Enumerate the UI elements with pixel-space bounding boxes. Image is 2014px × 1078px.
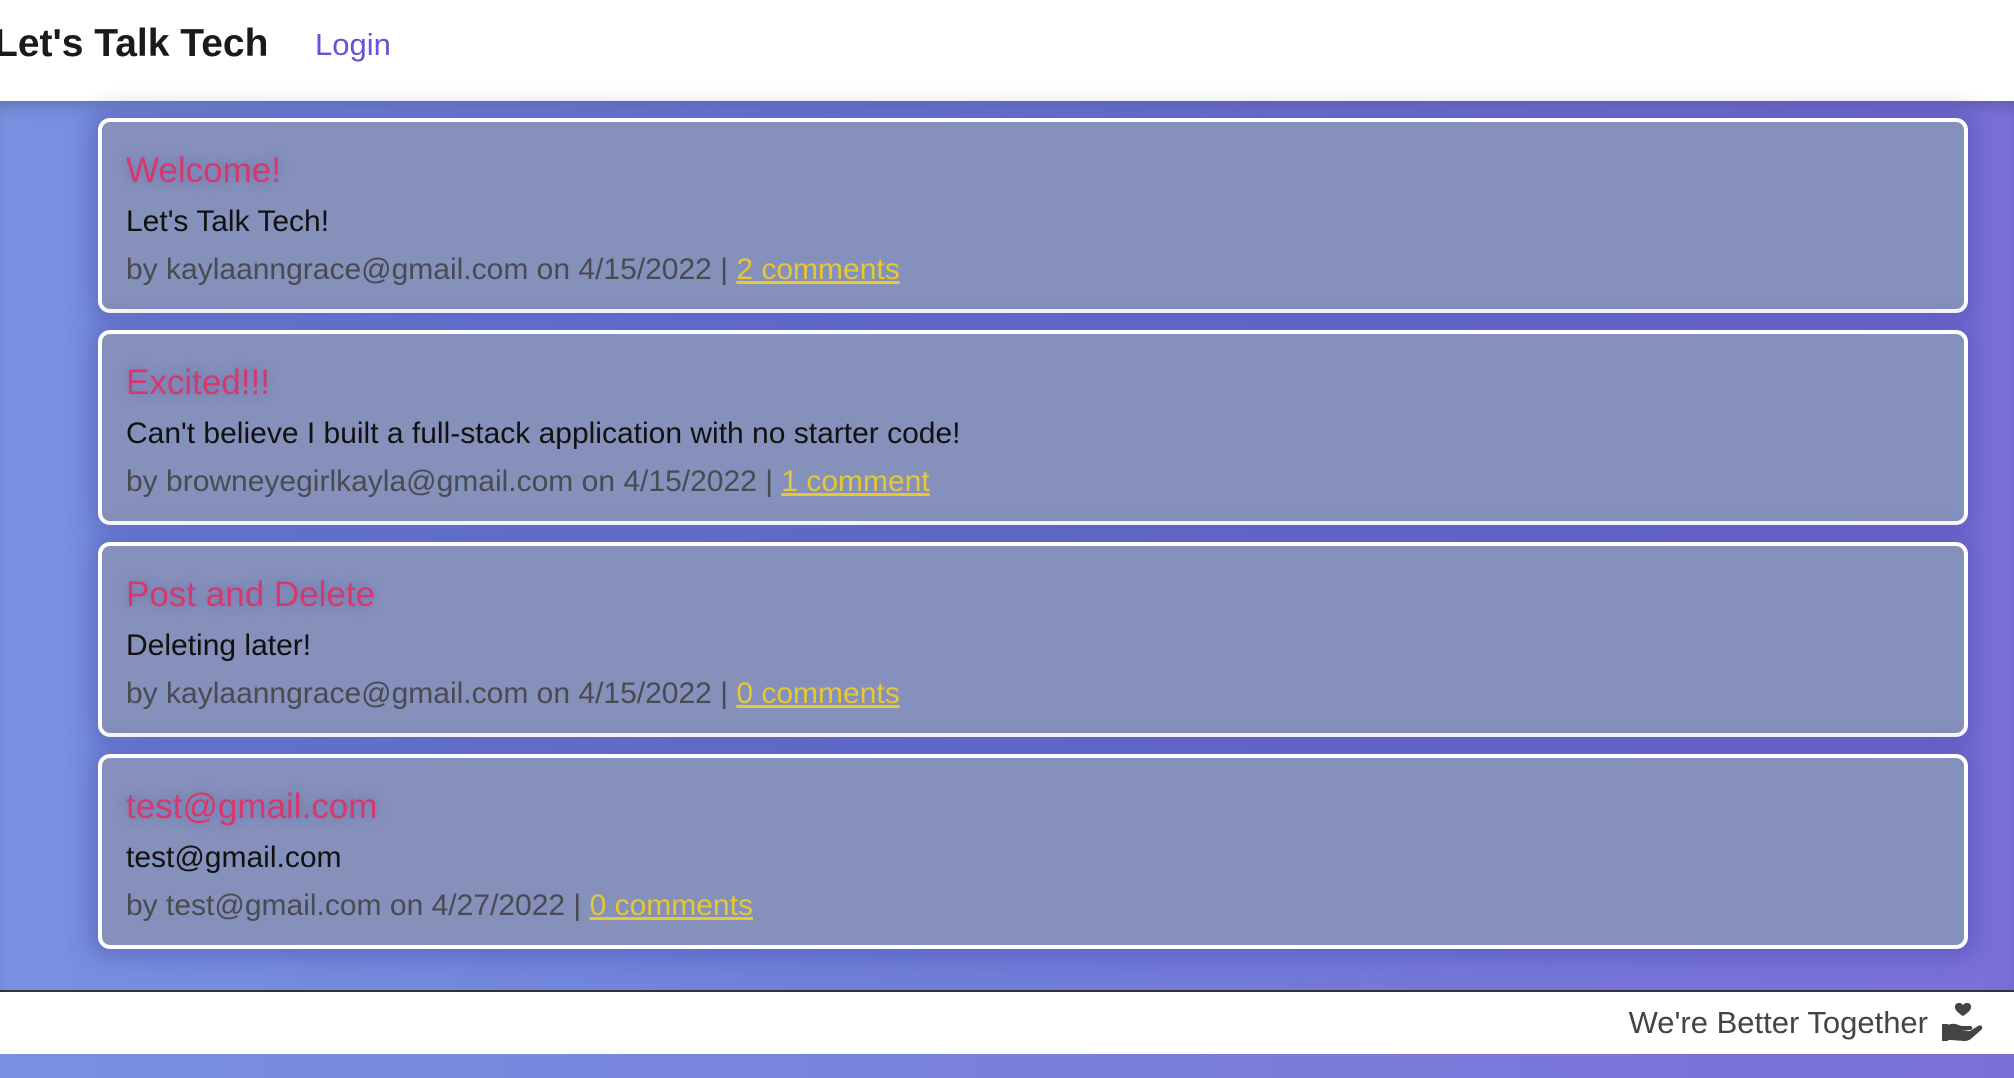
meta-on: on bbox=[536, 253, 571, 286]
post-meta: by kaylaanngrace@gmail.com on 4/15/2022 … bbox=[126, 677, 900, 711]
meta-separator: | bbox=[720, 677, 728, 710]
meta-separator: | bbox=[720, 253, 728, 286]
post-author: test@gmail.com bbox=[166, 889, 382, 922]
meta-on: on bbox=[536, 677, 571, 710]
comments-link[interactable]: 2 comments bbox=[736, 253, 899, 286]
comments-link[interactable]: 0 comments bbox=[736, 677, 899, 710]
post-meta: by test@gmail.com on 4/27/2022 | 0 comme… bbox=[126, 889, 753, 923]
site-footer: We're Better Together bbox=[0, 990, 2014, 1054]
post-author: kaylaanngrace@gmail.com bbox=[166, 253, 529, 286]
post-meta: by kaylaanngrace@gmail.com on 4/15/2022 … bbox=[126, 253, 900, 287]
post-body: test@gmail.com bbox=[126, 841, 342, 874]
meta-on: on bbox=[581, 465, 616, 498]
comments-link[interactable]: 0 comments bbox=[590, 889, 753, 922]
meta-separator: | bbox=[765, 465, 773, 498]
footer-tagline: We're Better Together bbox=[1628, 1005, 1928, 1040]
comments-link[interactable]: 1 comment bbox=[781, 465, 929, 498]
login-link[interactable]: Login bbox=[315, 27, 391, 63]
post-title[interactable]: Post and Delete bbox=[126, 575, 375, 615]
meta-on: on bbox=[389, 889, 424, 922]
site-header: Let's Talk Tech Login bbox=[0, 0, 2014, 101]
post-author: browneyegirlkayla@gmail.com bbox=[166, 465, 574, 498]
post-card: Post and Delete Deleting later! by kayla… bbox=[98, 542, 1968, 737]
post-title[interactable]: Excited!!! bbox=[126, 363, 270, 403]
post-body: Let's Talk Tech! bbox=[126, 205, 330, 238]
post-title[interactable]: test@gmail.com bbox=[126, 787, 377, 827]
meta-by: by bbox=[126, 889, 158, 922]
post-author: kaylaanngrace@gmail.com bbox=[166, 677, 529, 710]
bottom-background-band bbox=[0, 1054, 2014, 1078]
post-card: Welcome! Let's Talk Tech! by kaylaanngra… bbox=[98, 118, 1968, 313]
post-body: Deleting later! bbox=[126, 629, 312, 662]
hand-heart-icon bbox=[1942, 1002, 1983, 1041]
post-date: 4/15/2022 bbox=[578, 253, 712, 286]
post-meta: by browneyegirlkayla@gmail.com on 4/15/2… bbox=[126, 465, 930, 499]
post-card: test@gmail.com test@gmail.com by test@gm… bbox=[98, 754, 1968, 949]
meta-by: by bbox=[126, 465, 158, 498]
meta-by: by bbox=[126, 253, 158, 286]
post-date: 4/15/2022 bbox=[578, 677, 712, 710]
meta-separator: | bbox=[573, 889, 582, 922]
post-date: 4/27/2022 bbox=[431, 889, 566, 922]
post-title[interactable]: Welcome! bbox=[126, 151, 281, 191]
post-date: 4/15/2022 bbox=[623, 465, 757, 498]
post-body: Can't believe I built a full-stack appli… bbox=[126, 417, 961, 450]
meta-by: by bbox=[126, 677, 158, 710]
site-brand[interactable]: Let's Talk Tech bbox=[0, 22, 268, 66]
post-card: Excited!!! Can't believe I built a full-… bbox=[98, 330, 1968, 525]
post-list: Welcome! Let's Talk Tech! by kaylaanngra… bbox=[0, 101, 2014, 990]
